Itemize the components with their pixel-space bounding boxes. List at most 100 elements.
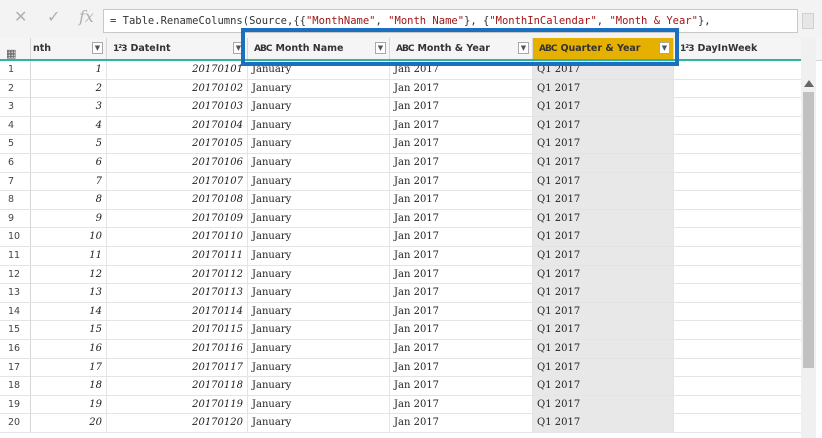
dateint-cell[interactable]: 20170111 bbox=[107, 247, 248, 265]
quarter-year-cell[interactable]: Q1 2017 bbox=[533, 284, 674, 303]
month-year-cell[interactable]: Jan 2017 bbox=[390, 98, 533, 117]
table-row[interactable]: 3 3 20170103 January Jan 2017 Q1 2017 bbox=[0, 98, 816, 117]
quarter-year-cell[interactable]: Q1 2017 bbox=[533, 247, 674, 265]
table-row[interactable]: 13 13 20170113 January Jan 2017 Q1 2017 bbox=[0, 284, 816, 303]
column-header-month-name[interactable]: ABC Month Name ▼ bbox=[248, 38, 390, 60]
chevron-down-icon[interactable]: ▼ bbox=[92, 42, 103, 54]
row-number[interactable]: 15 bbox=[0, 321, 31, 340]
table-row[interactable]: 15 15 20170115 January Jan 2017 Q1 2017 bbox=[0, 321, 816, 340]
row-number[interactable]: 13 bbox=[0, 284, 31, 303]
month-name-cell[interactable]: January bbox=[248, 321, 390, 340]
month-name-cell[interactable]: January bbox=[248, 135, 390, 154]
table-row[interactable]: 18 18 20170118 January Jan 2017 Q1 2017 bbox=[0, 377, 816, 396]
quarter-year-cell[interactable]: Q1 2017 bbox=[533, 265, 674, 284]
month-cell[interactable]: 8 bbox=[31, 191, 107, 210]
month-name-cell[interactable]: January bbox=[248, 98, 390, 117]
month-name-cell[interactable]: January bbox=[248, 191, 390, 210]
row-number[interactable]: 3 bbox=[0, 98, 31, 117]
text-type-icon[interactable]: ABC bbox=[254, 38, 272, 60]
row-number[interactable]: 10 bbox=[0, 228, 31, 247]
row-number[interactable]: 16 bbox=[0, 340, 31, 358]
month-year-cell[interactable]: Jan 2017 bbox=[390, 228, 533, 247]
month-year-cell[interactable]: Jan 2017 bbox=[390, 191, 533, 210]
month-year-cell[interactable]: Jan 2017 bbox=[390, 116, 533, 135]
table-row[interactable]: 20 20 20170120 January Jan 2017 Q1 2017 bbox=[0, 414, 816, 433]
month-name-cell[interactable]: January bbox=[248, 265, 390, 284]
table-row[interactable]: 7 7 20170107 January Jan 2017 Q1 2017 bbox=[0, 172, 816, 192]
row-number[interactable]: 14 bbox=[0, 302, 31, 321]
quarter-year-cell[interactable]: Q1 2017 bbox=[533, 321, 674, 340]
vertical-scrollbar[interactable] bbox=[801, 38, 816, 438]
month-name-cell[interactable]: January bbox=[248, 61, 390, 79]
row-number[interactable]: 6 bbox=[0, 154, 31, 172]
quarter-year-cell[interactable]: Q1 2017 bbox=[533, 414, 674, 433]
quarter-year-cell[interactable]: Q1 2017 bbox=[533, 209, 674, 228]
month-name-cell[interactable]: January bbox=[248, 209, 390, 228]
month-cell[interactable]: 5 bbox=[31, 135, 107, 154]
table-row[interactable]: 10 10 20170110 January Jan 2017 Q1 2017 bbox=[0, 228, 816, 247]
row-number[interactable]: 11 bbox=[0, 247, 31, 265]
row-number[interactable]: 2 bbox=[0, 79, 31, 98]
row-number[interactable]: 19 bbox=[0, 395, 31, 414]
text-type-icon[interactable]: ABC bbox=[539, 38, 557, 60]
month-year-cell[interactable]: Jan 2017 bbox=[390, 321, 533, 340]
row-number[interactable]: 4 bbox=[0, 116, 31, 135]
month-year-cell[interactable]: Jan 2017 bbox=[390, 377, 533, 396]
dateint-cell[interactable]: 20170119 bbox=[107, 395, 248, 414]
row-number[interactable]: 7 bbox=[0, 172, 31, 191]
month-year-cell[interactable]: Jan 2017 bbox=[390, 358, 533, 377]
row-number[interactable]: 17 bbox=[0, 358, 31, 377]
table-menu-button[interactable]: ▦ bbox=[0, 38, 31, 60]
dateint-cell[interactable]: 20170114 bbox=[107, 302, 248, 321]
row-number[interactable]: 12 bbox=[0, 265, 31, 284]
quarter-year-cell[interactable]: Q1 2017 bbox=[533, 116, 674, 135]
table-row[interactable]: 4 4 20170104 January Jan 2017 Q1 2017 bbox=[0, 116, 816, 136]
month-cell[interactable]: 13 bbox=[31, 284, 107, 303]
dateint-cell[interactable]: 20170116 bbox=[107, 340, 248, 358]
month-name-cell[interactable]: January bbox=[248, 247, 390, 265]
quarter-year-cell[interactable]: Q1 2017 bbox=[533, 135, 674, 154]
dateint-cell[interactable]: 20170117 bbox=[107, 358, 248, 377]
close-icon[interactable]: ✕ bbox=[14, 8, 27, 26]
table-row[interactable]: 2 2 20170102 January Jan 2017 Q1 2017 bbox=[0, 79, 816, 99]
month-cell[interactable]: 2 bbox=[31, 79, 107, 98]
table-row[interactable]: 6 6 20170106 January Jan 2017 Q1 2017 bbox=[0, 154, 816, 173]
quarter-year-cell[interactable]: Q1 2017 bbox=[533, 154, 674, 172]
formula-expand-button[interactable] bbox=[802, 13, 814, 29]
quarter-year-cell[interactable]: Q1 2017 bbox=[533, 61, 674, 79]
month-name-cell[interactable]: January bbox=[248, 228, 390, 247]
quarter-year-cell[interactable]: Q1 2017 bbox=[533, 172, 674, 191]
column-header-dateint[interactable]: 1²3 DateInt ▼ bbox=[107, 38, 248, 60]
table-row[interactable]: 17 17 20170117 January Jan 2017 Q1 2017 bbox=[0, 358, 816, 378]
month-cell[interactable]: 3 bbox=[31, 98, 107, 117]
month-name-cell[interactable]: January bbox=[248, 340, 390, 358]
month-year-cell[interactable]: Jan 2017 bbox=[390, 209, 533, 228]
month-year-cell[interactable]: Jan 2017 bbox=[390, 340, 533, 358]
dateint-cell[interactable]: 20170109 bbox=[107, 209, 248, 228]
month-cell[interactable]: 4 bbox=[31, 116, 107, 135]
row-number[interactable]: 9 bbox=[0, 209, 31, 228]
row-number[interactable]: 1 bbox=[0, 61, 31, 79]
month-cell[interactable]: 12 bbox=[31, 265, 107, 284]
column-header-quarter-year[interactable]: ABC Quarter & Year ▼ bbox=[533, 38, 674, 60]
chevron-down-icon[interactable]: ▼ bbox=[659, 42, 670, 54]
dateint-cell[interactable]: 20170101 bbox=[107, 61, 248, 79]
month-cell[interactable]: 11 bbox=[31, 247, 107, 265]
month-year-cell[interactable]: Jan 2017 bbox=[390, 284, 533, 303]
month-name-cell[interactable]: January bbox=[248, 284, 390, 303]
row-number[interactable]: 8 bbox=[0, 191, 31, 210]
table-row[interactable]: 8 8 20170108 January Jan 2017 Q1 2017 bbox=[0, 191, 816, 210]
dateint-cell[interactable]: 20170110 bbox=[107, 228, 248, 247]
quarter-year-cell[interactable]: Q1 2017 bbox=[533, 358, 674, 377]
month-year-cell[interactable]: Jan 2017 bbox=[390, 247, 533, 265]
table-row[interactable]: 16 16 20170116 January Jan 2017 Q1 2017 bbox=[0, 340, 816, 359]
number-type-icon[interactable]: 1²3 bbox=[113, 38, 128, 60]
table-row[interactable]: 11 11 20170111 January Jan 2017 Q1 2017 bbox=[0, 247, 816, 266]
month-year-cell[interactable]: Jan 2017 bbox=[390, 61, 533, 79]
quarter-year-cell[interactable]: Q1 2017 bbox=[533, 377, 674, 396]
month-year-cell[interactable]: Jan 2017 bbox=[390, 154, 533, 172]
month-cell[interactable]: 15 bbox=[31, 321, 107, 340]
chevron-down-icon[interactable]: ▼ bbox=[375, 42, 386, 54]
quarter-year-cell[interactable]: Q1 2017 bbox=[533, 340, 674, 358]
table-row[interactable]: 19 19 20170119 January Jan 2017 Q1 2017 bbox=[0, 395, 816, 415]
